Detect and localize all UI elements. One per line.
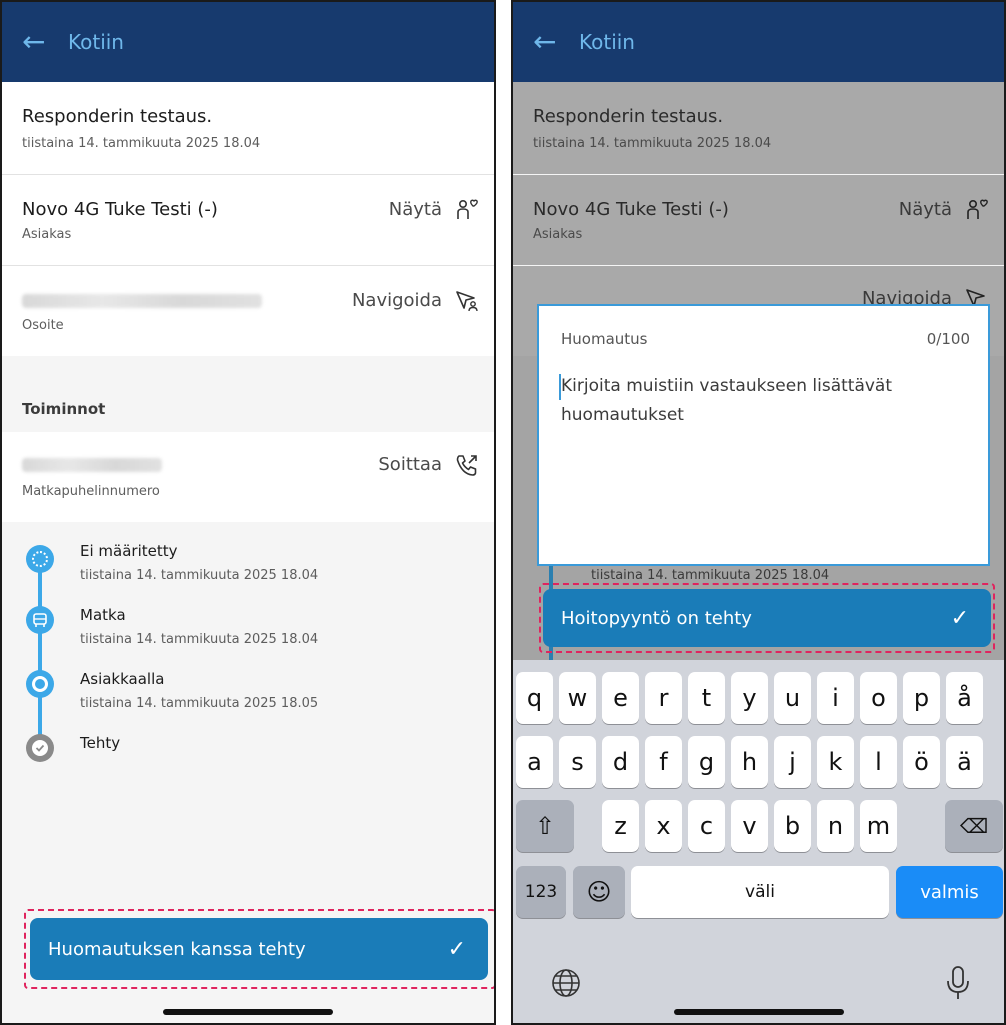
page-date: tiistaina 14. tammikuuta 2025 18.04 — [533, 136, 772, 151]
key-i[interactable]: i — [817, 672, 854, 724]
timeline-status-time: tiistaina 14. tammikuuta 2025 18.04 — [591, 568, 830, 583]
address-sublabel: Osoite — [22, 318, 64, 333]
person-heart-icon — [967, 199, 988, 219]
note-label: Huomautus — [561, 330, 648, 348]
timeline-line — [38, 558, 42, 748]
key-z[interactable]: z — [602, 800, 639, 852]
arrow-left-icon[interactable]: ← — [533, 28, 567, 56]
timeline-status-time: tiistaina 14. tammikuuta 2025 18.04 — [80, 632, 319, 647]
note-dialog[interactable]: Huomautus 0/100 Kirjoita muistiin vastau… — [537, 304, 990, 566]
key-r[interactable]: r — [645, 672, 682, 724]
dotted-circle-icon — [26, 545, 54, 573]
key-e[interactable]: e — [602, 672, 639, 724]
navigate-person-icon[interactable] — [454, 288, 480, 314]
show-customer-button[interactable]: Näytä — [389, 199, 442, 220]
customer-name: Novo 4G Tuke Testi (-) — [533, 199, 729, 220]
left-screen: ← Kotiin Responderin testaus. tiistaina … — [0, 0, 496, 1025]
done-with-note-label: Huomautuksen kanssa tehty — [48, 938, 306, 960]
target-icon — [26, 670, 54, 698]
page-title: Responderin testaus. — [533, 106, 724, 127]
customer-sublabel: Asiakas — [533, 227, 583, 242]
key-a[interactable]: a — [516, 736, 553, 788]
page-date: tiistaina 14. tammikuuta 2025 18.04 — [22, 136, 261, 151]
address-row[interactable]: Osoite Navigoida — [2, 266, 494, 356]
key-aring[interactable]: å — [946, 672, 983, 724]
person-heart-icon[interactable] — [454, 197, 480, 223]
shift-icon[interactable]: ⇧ — [516, 800, 574, 852]
arrow-left-icon[interactable]: ← — [22, 28, 56, 56]
show-customer-button: Näytä — [898, 199, 952, 220]
timeline-status-label: Matka — [80, 606, 126, 624]
key-oumlaut[interactable]: ö — [903, 736, 940, 788]
section-title: Toiminnot — [22, 400, 106, 418]
request-done-label: Hoitopyyntö on tehty — [561, 607, 752, 629]
key-n[interactable]: n — [817, 800, 854, 852]
key-u[interactable]: u — [774, 672, 811, 724]
key-y[interactable]: y — [731, 672, 768, 724]
address-value-redacted — [22, 294, 262, 308]
timeline-status-label: Asiakkaalla — [80, 670, 165, 688]
done-key[interactable]: valmis — [896, 866, 1003, 918]
right-screen: ← Kotiin Responderin testaus. tiistaina … — [511, 0, 1006, 1025]
app-bar-title[interactable]: Kotiin — [68, 30, 124, 54]
customer-sublabel: Asiakas — [22, 227, 72, 242]
key-q[interactable]: q — [516, 672, 553, 724]
key-t[interactable]: t — [688, 672, 725, 724]
timeline-status-label: Tehty — [80, 734, 121, 752]
backspace-icon[interactable]: ⌫ — [945, 800, 1003, 852]
key-d[interactable]: d — [602, 736, 639, 788]
home-indicator[interactable] — [673, 1009, 844, 1015]
header-card: Responderin testaus. tiistaina 14. tammi… — [513, 82, 1004, 174]
keyboard: q w e r t y u i o p å a s d f g h j k l … — [513, 660, 1004, 1023]
key-h[interactable]: h — [731, 736, 768, 788]
timeline-status-time: tiistaina 14. tammikuuta 2025 18.05 — [80, 696, 319, 711]
phone-row[interactable]: Matkapuhelinnumero Soittaa — [2, 432, 494, 522]
key-g[interactable]: g — [688, 736, 725, 788]
customer-name: Novo 4G Tuke Testi (-) — [22, 199, 218, 220]
customer-row[interactable]: Novo 4G Tuke Testi (-) Asiakas Näytä — [2, 175, 494, 265]
check-icon: ✓ — [447, 936, 466, 962]
key-k[interactable]: k — [817, 736, 854, 788]
check-icon: ✓ — [950, 605, 969, 631]
key-m[interactable]: m — [860, 800, 897, 852]
key-p[interactable]: p — [903, 672, 940, 724]
globe-icon[interactable] — [549, 966, 583, 1000]
key-j[interactable]: j — [774, 736, 811, 788]
key-b[interactable]: b — [774, 800, 811, 852]
car-icon — [26, 606, 54, 634]
microphone-icon[interactable] — [943, 964, 973, 1002]
timeline-status-label: Ei määritetty — [80, 542, 178, 560]
page-title: Responderin testaus. — [22, 106, 213, 127]
request-done-button[interactable]: Hoitopyyntö on tehty ✓ — [543, 589, 991, 647]
app-bar: ← Kotiin — [513, 2, 1004, 82]
done-with-note-button[interactable]: Huomautuksen kanssa tehty ✓ — [30, 918, 488, 980]
header-card: Responderin testaus. tiistaina 14. tammi… — [2, 82, 494, 174]
call-button[interactable]: Soittaa — [378, 454, 442, 475]
app-bar: ← Kotiin — [2, 2, 494, 82]
key-c[interactable]: c — [688, 800, 725, 852]
numbers-key[interactable]: 123 — [516, 866, 566, 918]
key-f[interactable]: f — [645, 736, 682, 788]
note-input[interactable]: Kirjoita muistiin vastaukseen lisättävät… — [561, 372, 968, 430]
note-counter: 0/100 — [926, 330, 970, 348]
key-aumlaut[interactable]: ä — [946, 736, 983, 788]
key-s[interactable]: s — [559, 736, 596, 788]
customer-row: Novo 4G Tuke Testi (-) Asiakas Näytä — [513, 175, 1004, 265]
check-circle-icon — [26, 734, 54, 762]
key-o[interactable]: o — [860, 672, 897, 724]
app-bar-title[interactable]: Kotiin — [579, 30, 635, 54]
phone-call-icon[interactable] — [454, 452, 480, 478]
key-v[interactable]: v — [731, 800, 768, 852]
key-x[interactable]: x — [645, 800, 682, 852]
phone-value-redacted — [22, 458, 162, 472]
emoji-icon[interactable]: ☺ — [573, 866, 625, 918]
space-key[interactable]: väli — [631, 866, 889, 918]
timeline-status-time: tiistaina 14. tammikuuta 2025 18.04 — [80, 568, 319, 583]
key-l[interactable]: l — [860, 736, 897, 788]
phone-sublabel: Matkapuhelinnumero — [22, 484, 160, 499]
home-indicator[interactable] — [163, 1009, 333, 1015]
key-w[interactable]: w — [559, 672, 596, 724]
navigate-button[interactable]: Navigoida — [352, 290, 442, 311]
